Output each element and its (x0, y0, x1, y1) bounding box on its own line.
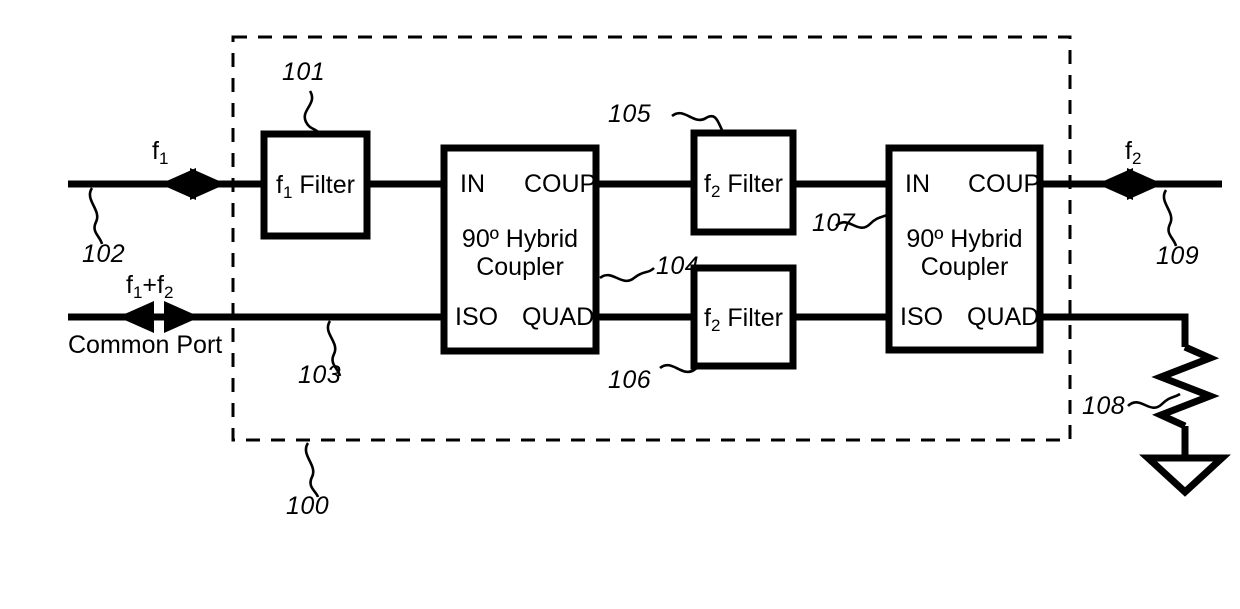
right-coupler-port-in-label: IN (905, 170, 930, 198)
f2-filter-top-label-f: f (704, 170, 711, 198)
f1-filter-label: f1 Filter (264, 170, 367, 208)
refnum-108: 108 (1082, 392, 1126, 420)
arrow-bidirectional-output-f2 (1097, 168, 1163, 200)
refnum-109: 109 (1156, 242, 1200, 270)
common-port-name-label: Common Port (68, 331, 223, 359)
leader-105 (671, 111, 724, 131)
left-coupler-port-coup-label: COUP (524, 170, 597, 198)
common-port-signal-sub2: 2 (163, 282, 174, 302)
f2-filter-top-label-tail: Filter (720, 170, 783, 198)
right-coupler-port-quad-label: QUAD (967, 303, 1040, 331)
input-f1-signal-sub: 1 (158, 148, 169, 168)
f1-filter-label-tail: Filter (292, 171, 355, 199)
refnum-105: 105 (608, 100, 652, 128)
ground-symbol (1139, 454, 1231, 497)
diagram-artwork (68, 35, 1231, 498)
left-coupler-port-iso-label: ISO (455, 303, 499, 331)
common-port-signal-f1: f (126, 271, 133, 299)
arrow-bidirectional-input-f1 (160, 168, 226, 200)
f2-filter-bottom-label-f: f (704, 304, 711, 332)
left-coupler-name-line2: Coupler (476, 253, 564, 281)
right-coupler-name-line2: Coupler (920, 253, 1009, 281)
termination-resistor-symbol (1151, 343, 1220, 430)
common-port-signal-sub1: 1 (132, 282, 143, 302)
f2-filter-bottom-label-tail: Filter (720, 304, 783, 332)
left-coupler-name-line1: 90º Hybrid (461, 225, 579, 253)
f2-filter-bottom-label: f2 Filter (694, 303, 793, 341)
input-f1-signal-f: f (152, 137, 159, 165)
refnum-107: 107 (812, 209, 856, 237)
refnum-100: 100 (286, 492, 330, 520)
output-f2-signal-f: f (1125, 137, 1132, 165)
refnum-101: 101 (282, 58, 326, 86)
left-coupler-port-quad-label: QUAD (522, 303, 595, 331)
leader-109 (1162, 189, 1178, 247)
common-port-signal-plus: +f (142, 271, 164, 299)
f2-filter-top-label: f2 Filter (694, 169, 793, 207)
right-coupler-port-coup-label: COUP (968, 170, 1041, 198)
refnum-103: 103 (298, 361, 342, 389)
output-f2-signal-sub: 2 (1131, 148, 1142, 168)
right-coupler-name-line1: 90º Hybrid (906, 225, 1023, 253)
leader-101 (303, 90, 322, 135)
refnum-104: 104 (656, 252, 700, 280)
output-f2-signal-label: f2 (1125, 137, 1141, 169)
refnum-102: 102 (82, 240, 126, 268)
right-coupler-port-iso-label: ISO (900, 303, 944, 331)
common-port-signal-label: f1+f2 (126, 271, 173, 303)
left-coupler-port-in-label: IN (460, 170, 485, 198)
leader-108 (1127, 392, 1181, 409)
patent-figure: f1 Filter IN COUP 90º Hybrid Coupler ISO… (0, 0, 1240, 609)
leader-102 (88, 187, 104, 245)
f1-filter-label-f: f (276, 171, 283, 199)
wire-quad-to-termination (1040, 313, 1189, 347)
leader-104 (599, 267, 655, 283)
input-f1-signal-label: f1 (152, 137, 168, 169)
refnum-106: 106 (608, 366, 652, 394)
leader-100 (304, 442, 320, 498)
